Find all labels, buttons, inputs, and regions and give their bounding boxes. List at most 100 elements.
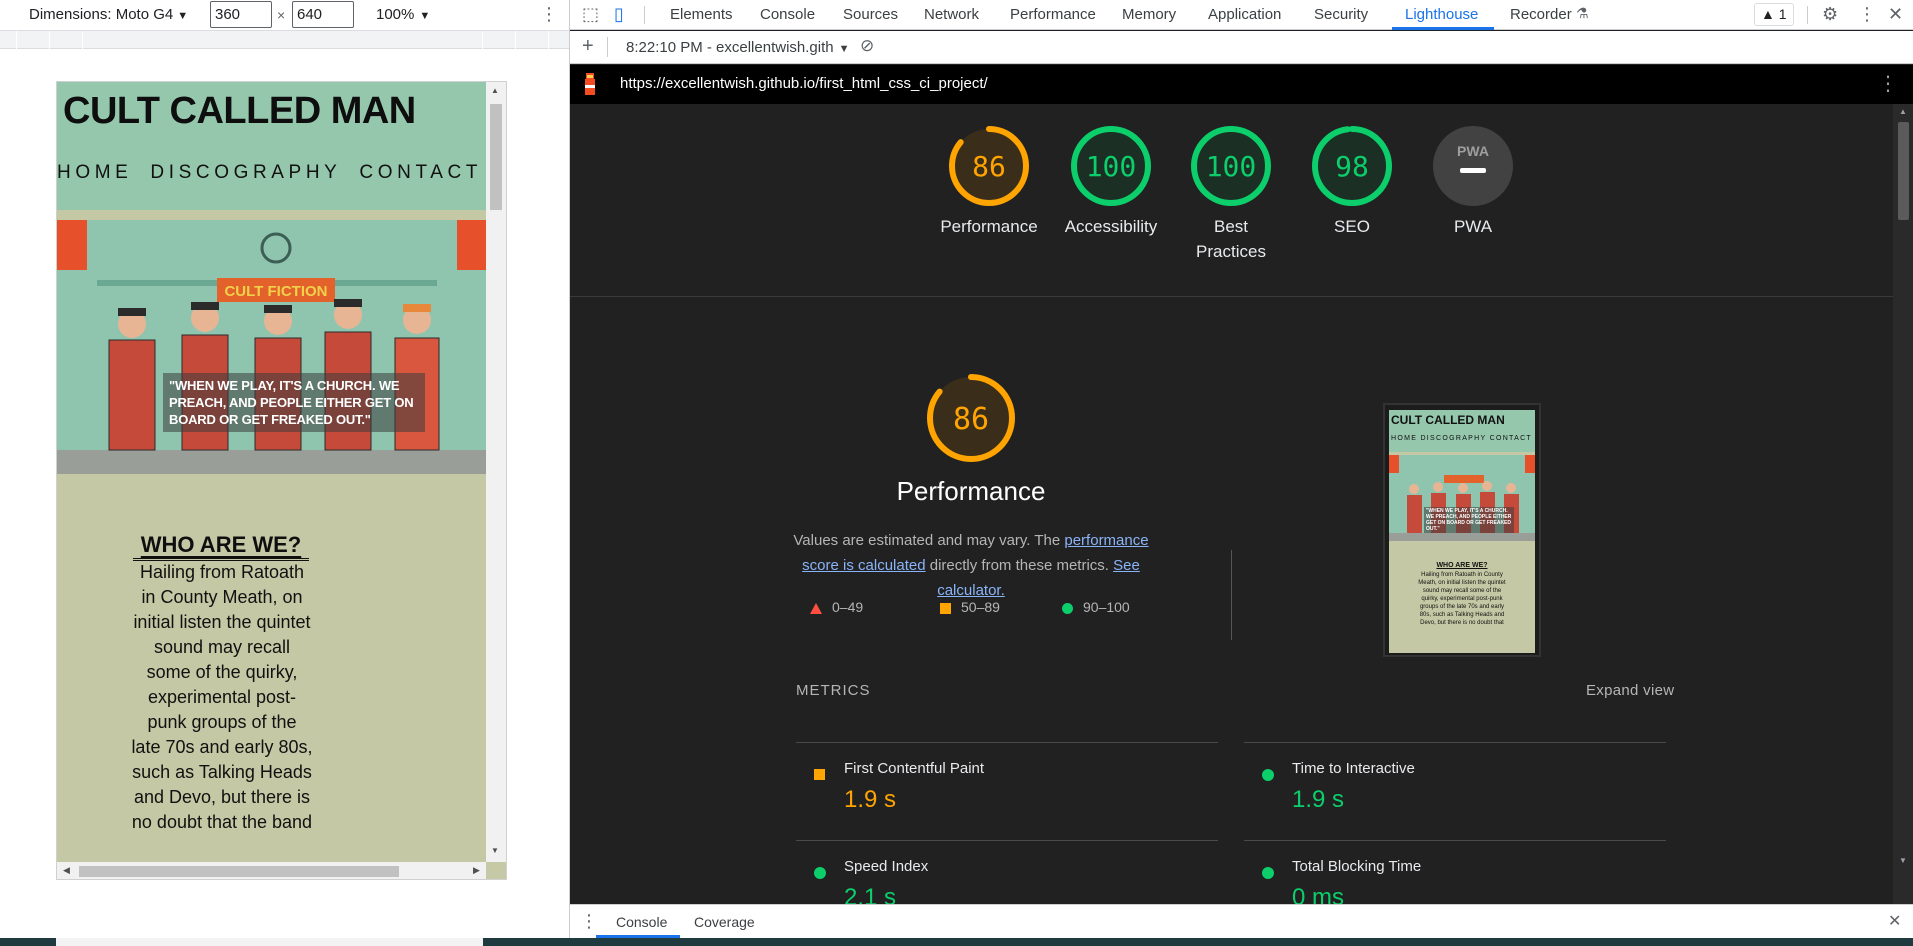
flask-icon: ⚗: [1576, 5, 1589, 21]
gauge-seo[interactable]: 98 SEO: [1292, 124, 1412, 239]
section-divider: [1231, 550, 1232, 640]
scroll-left-icon[interactable]: ◀: [63, 865, 70, 876]
metric-value: 1.9 s: [844, 786, 897, 813]
gauge-best-practices[interactable]: 100 Best Practices: [1171, 124, 1291, 264]
device-toolbar-icon[interactable]: ▯: [614, 4, 624, 25]
site-nav: HOME DISCOGRAPHY CONTACT: [57, 162, 486, 184]
section-divider: [570, 296, 1893, 297]
scroll-up-icon[interactable]: ▲: [1899, 107, 1907, 116]
legend-item-average: 50–89: [940, 599, 1000, 615]
warning-count: 1: [1778, 6, 1787, 22]
ruler-segment: [515, 31, 516, 49]
tab-sources[interactable]: Sources: [843, 6, 898, 23]
metric-divider: [1244, 840, 1666, 841]
performance-description: Values are estimated and may vary. The p…: [788, 528, 1154, 603]
report-selector[interactable]: 8:22:10 PM - excellentwish.gith ▼: [626, 39, 850, 56]
media-query-ruler[interactable]: [0, 30, 570, 49]
drawer-tab-coverage[interactable]: Coverage: [694, 914, 755, 930]
scrollbar-thumb[interactable]: [79, 866, 399, 877]
close-icon[interactable]: ✕: [1888, 911, 1901, 931]
clear-reports-icon[interactable]: ⊘: [860, 36, 874, 56]
scroll-down-icon[interactable]: ▼: [491, 846, 499, 855]
tab-console[interactable]: Console: [760, 6, 815, 23]
legend-item-fail: 0–49: [810, 599, 863, 615]
gauge-score: 100: [1206, 150, 1257, 183]
scroll-down-icon[interactable]: ▼: [1899, 856, 1907, 865]
new-report-icon[interactable]: +: [582, 35, 594, 58]
legend-label: 90–100: [1083, 599, 1130, 615]
metric-value: 0 ms: [1292, 884, 1345, 904]
device-toolbar: Dimensions: Moto G4▼ × 100%▼ ⋮: [0, 0, 570, 30]
thumb-nav: HOME DISCOGRAPHY CONTACT: [1391, 435, 1533, 442]
chevron-down-icon: ▼: [419, 10, 431, 22]
report-url[interactable]: https://excellentwish.github.io/first_ht…: [620, 75, 988, 92]
gauge-label: Performance: [940, 217, 1038, 236]
more-options-icon[interactable]: ⋮: [1878, 71, 1898, 96]
gear-icon[interactable]: ⚙: [1822, 4, 1838, 25]
thumb-heading: WHO ARE WE?: [1436, 562, 1488, 569]
more-options-icon[interactable]: ⋮: [1858, 4, 1876, 25]
tab-security[interactable]: Security: [1314, 6, 1368, 23]
toolbar-separator: [644, 6, 645, 24]
metric-name: Total Blocking Time: [1292, 858, 1422, 875]
nav-link-discography[interactable]: DISCOGRAPHY: [150, 162, 341, 184]
site-vertical-scrollbar[interactable]: ▲ ▼: [486, 82, 506, 862]
nav-link-contact[interactable]: CONTACT: [359, 162, 482, 184]
report-url-bar: https://excellentwish.github.io/first_ht…: [570, 65, 1913, 104]
close-icon[interactable]: ✕: [1888, 4, 1903, 25]
gauge-ring: 98: [1312, 126, 1392, 206]
lighthouse-icon: [585, 73, 595, 95]
performance-score: 86: [953, 402, 989, 437]
gauge-performance[interactable]: 86 Performance: [929, 124, 1049, 239]
tab-elements[interactable]: Elements: [670, 6, 733, 23]
inspect-element-icon[interactable]: ⬚: [582, 4, 599, 25]
active-tab-indicator: [1392, 27, 1494, 30]
report-vertical-scrollbar[interactable]: ▲ ▼: [1893, 104, 1913, 904]
hero-image: CULT FICTION "WHEN WE PLAY, IT'S A CHURC…: [57, 220, 486, 474]
os-taskbar: [0, 938, 1913, 946]
about-body: Hailing from Ratoath in County Meath, on…: [131, 562, 313, 832]
device-height-input[interactable]: [292, 1, 354, 28]
lighthouse-report: 86 Performance 100 Accessibility 100 Bes…: [570, 104, 1893, 904]
website-page: CULT CALLED MAN HOME DISCOGRAPHY CONTACT…: [57, 82, 486, 862]
device-dimensions-select[interactable]: Dimensions: Moto G4 ▼: [29, 6, 188, 23]
metric-divider: [796, 742, 1218, 743]
device-emulation-pane: Dimensions: Moto G4▼ × 100%▼ ⋮ CULT CALL…: [0, 0, 570, 946]
emulated-device-viewport: CULT CALLED MAN HOME DISCOGRAPHY CONTACT…: [56, 81, 507, 880]
warnings-badge[interactable]: ▲ 1: [1754, 3, 1794, 26]
device-width-input[interactable]: [210, 1, 272, 28]
taskbar-highlight: [56, 938, 483, 946]
scrollbar-thumb[interactable]: [1898, 122, 1909, 220]
tab-application[interactable]: Application: [1208, 6, 1281, 23]
tab-lighthouse[interactable]: Lighthouse: [1405, 6, 1478, 23]
thumb-hero: "WHEN WE PLAY, IT'S A CHURCH. WE PREACH,…: [1389, 455, 1535, 541]
chevron-down-icon: ▼: [838, 43, 850, 55]
drawer-tab-console[interactable]: Console: [616, 914, 667, 930]
gauge-pwa[interactable]: PWA PWA: [1413, 124, 1533, 239]
tab-network[interactable]: Network: [924, 6, 979, 23]
band-illustration: CULT FICTION: [57, 220, 486, 474]
tab-recorder[interactable]: Recorder: [1510, 6, 1572, 23]
site-horizontal-scrollbar[interactable]: ◀ ▶: [57, 862, 486, 879]
gauge-label: Best Practices: [1196, 217, 1266, 261]
zoom-select[interactable]: 100% ▼: [376, 6, 430, 23]
gauge-ring: 100: [1071, 126, 1151, 206]
more-options-icon[interactable]: ⋮: [580, 911, 598, 932]
more-options-icon[interactable]: ⋮: [540, 3, 558, 25]
nav-link-home[interactable]: HOME: [57, 162, 132, 184]
scrollbar-thumb[interactable]: [490, 104, 502, 210]
tab-performance[interactable]: Performance: [1010, 6, 1096, 23]
circle-icon: [1062, 602, 1073, 614]
tab-memory[interactable]: Memory: [1122, 6, 1176, 23]
scroll-right-icon[interactable]: ▶: [473, 865, 480, 876]
pwa-badge: PWA: [1433, 126, 1513, 206]
ruler-segment: [548, 31, 549, 49]
expand-view-button[interactable]: Expand view: [1586, 682, 1674, 699]
final-screenshot[interactable]: CULT CALLED MAN HOME DISCOGRAPHY CONTACT…: [1383, 403, 1541, 657]
ruler-segment: [482, 31, 483, 49]
metric-divider: [1244, 742, 1666, 743]
scroll-up-icon[interactable]: ▲: [491, 86, 499, 95]
devtools-drawer: ⋮ Console Coverage ✕: [570, 904, 1913, 938]
device-dimensions-label: Dimensions: Moto G4: [29, 6, 174, 23]
gauge-accessibility[interactable]: 100 Accessibility: [1051, 124, 1171, 239]
